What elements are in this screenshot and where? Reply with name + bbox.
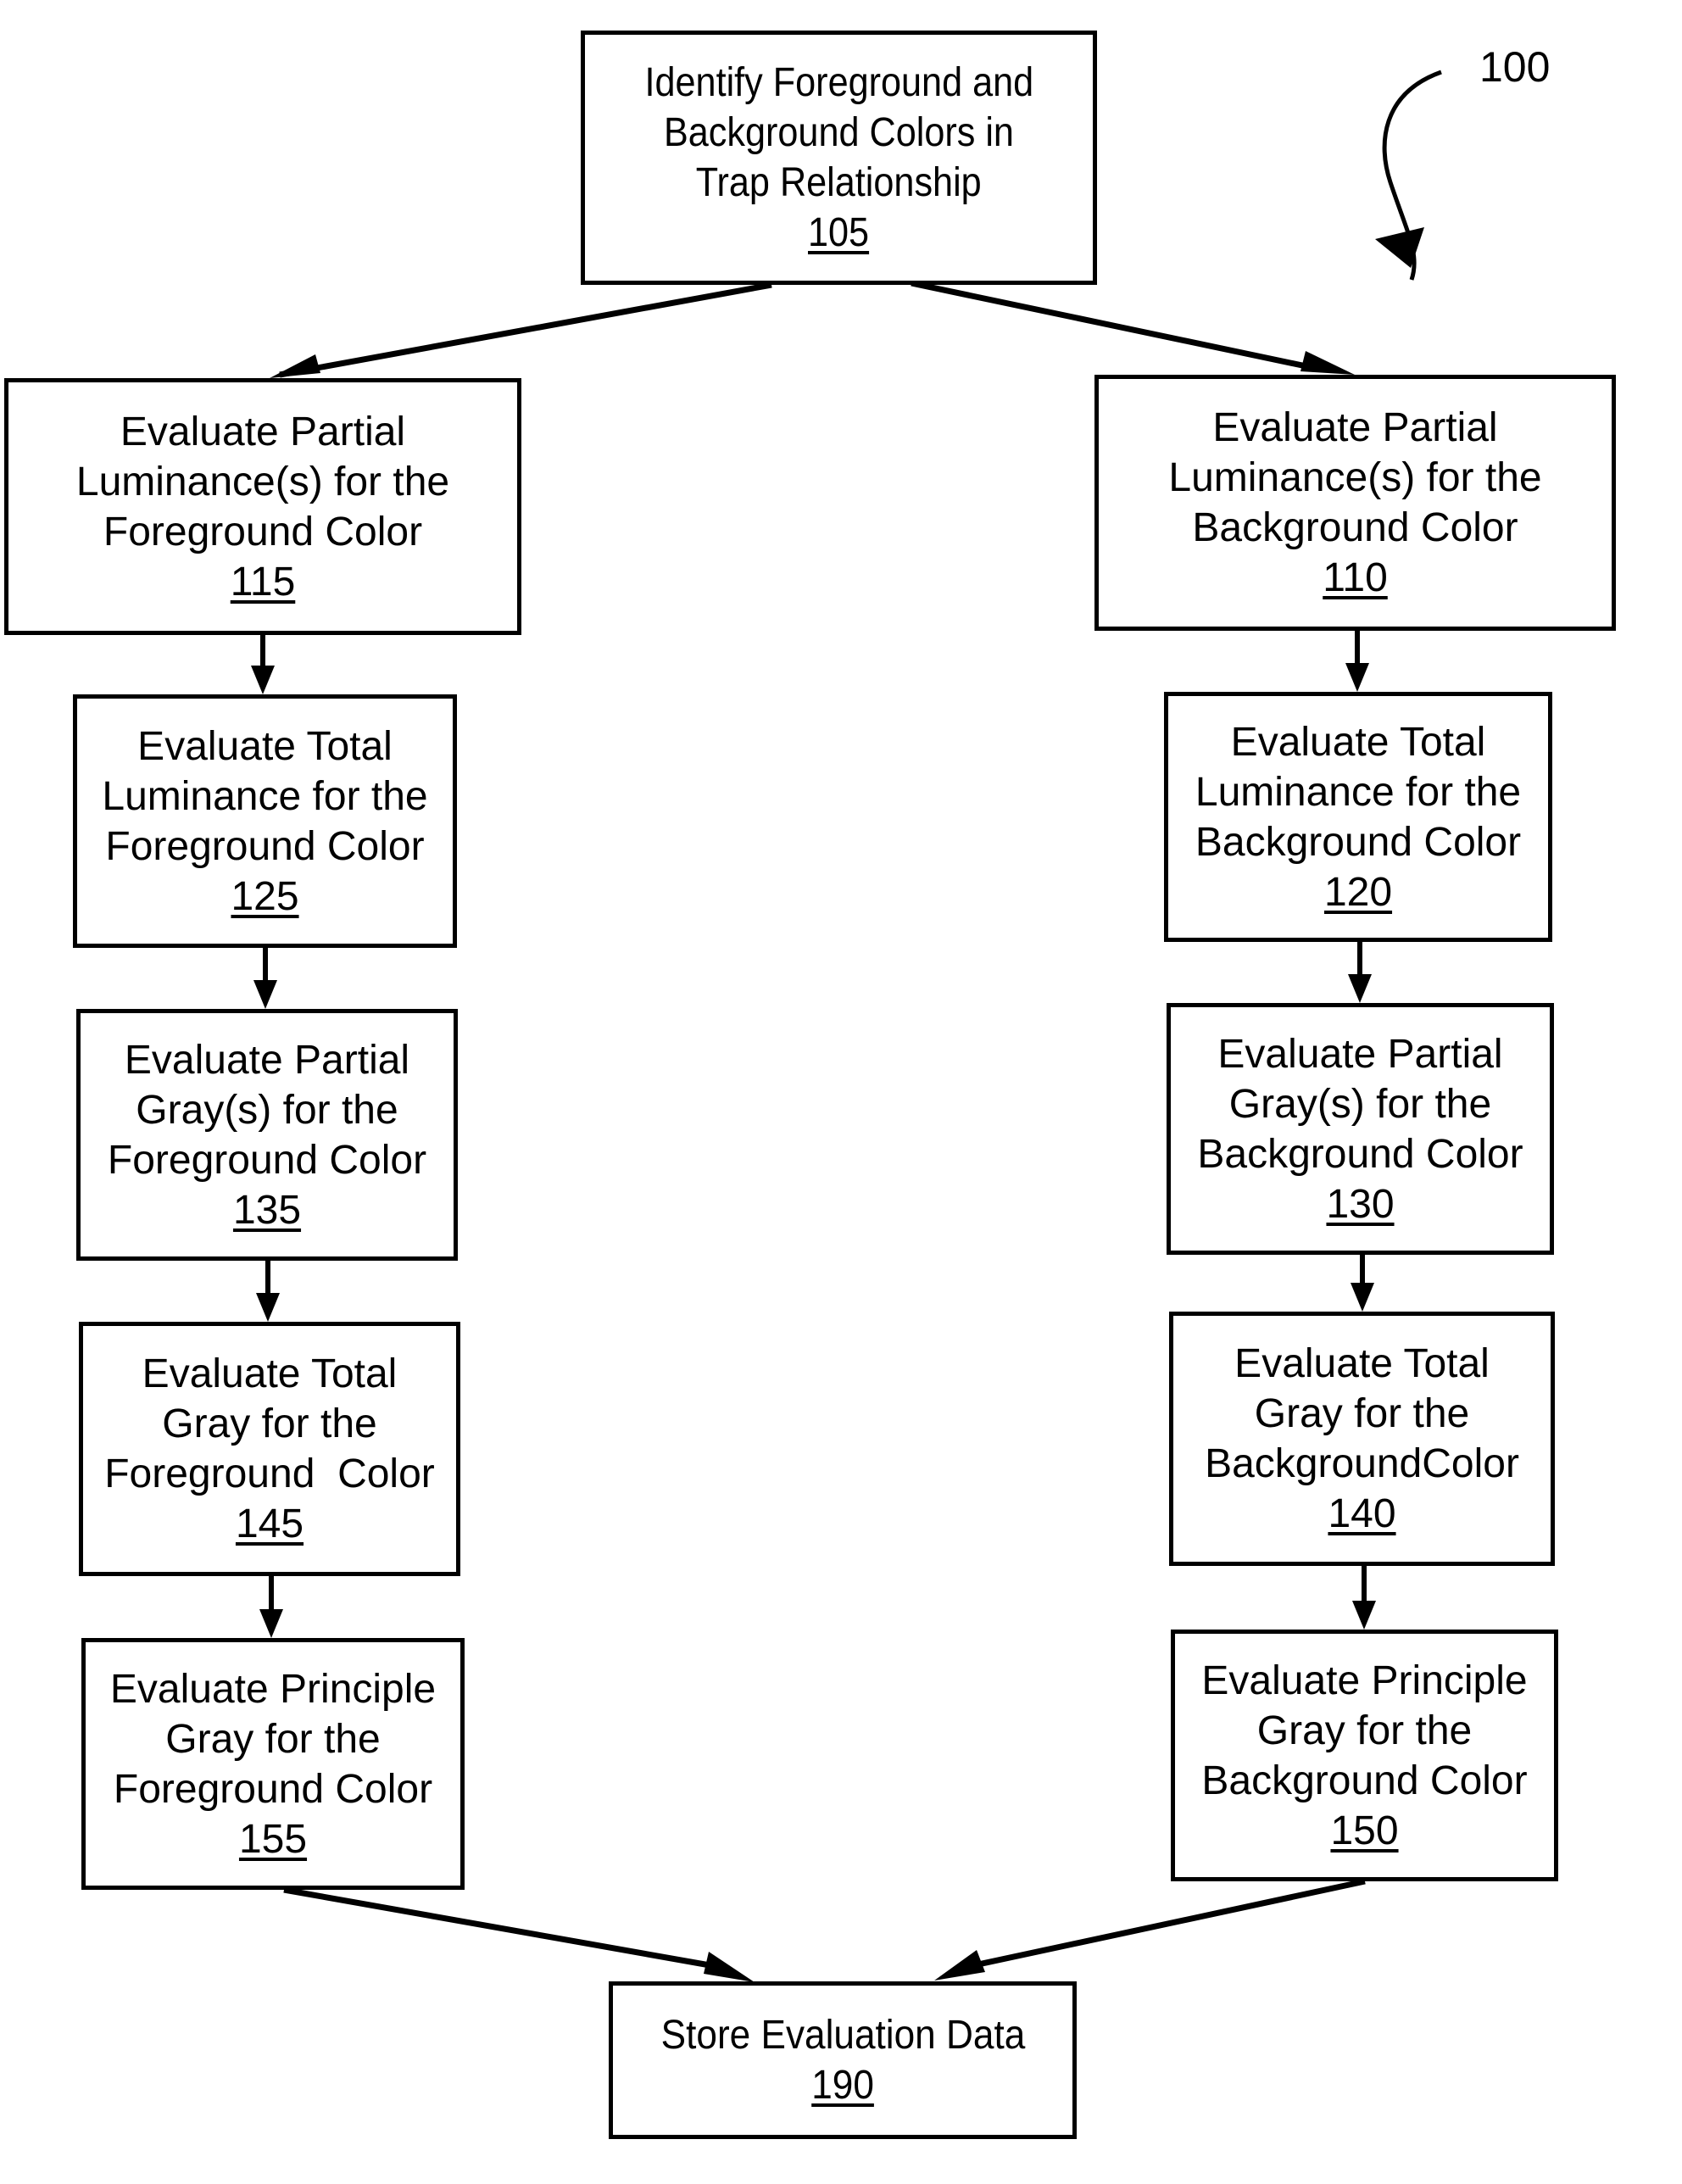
step-110-partial-luminance-background: Evaluate Partial Luminance(s) for the Ba… (1094, 375, 1616, 631)
step-155-principle-gray-foreground: Evaluate Principle Gray for the Foregrou… (81, 1638, 465, 1890)
arrowhead-145 (256, 1293, 280, 1322)
arrow-155-to-190 (283, 1886, 730, 1972)
step-ref-number: 125 (231, 873, 299, 919)
step-text: Gray for the (162, 1401, 377, 1446)
step-text: Identify Foreground and (644, 60, 1033, 105)
step-text: Background Colors in (663, 110, 1015, 155)
figure-reference-arrowhead (1375, 227, 1424, 268)
step-text: Foreground Color (107, 1137, 427, 1183)
step-text: Evaluate Principle (109, 1666, 437, 1712)
step-ref-number: 150 (1330, 1808, 1399, 1853)
step-text: Gray(s) for the (136, 1087, 398, 1133)
figure-label: 100 (1479, 43, 1551, 91)
step-text: Evaluate Total (137, 723, 393, 769)
arrowhead-115 (270, 354, 320, 378)
arrow-105-to-110 (911, 280, 1323, 373)
arrowhead-110 (1300, 351, 1355, 375)
step-text: Luminance for the (1195, 769, 1522, 815)
arrowhead-130 (1348, 974, 1372, 1003)
step-ref-number: 190 (811, 2063, 874, 2108)
step-text: Foreground Color (113, 1766, 433, 1812)
step-text: Evaluate Partial (120, 409, 406, 454)
step-text: Evaluate Total (1234, 1341, 1490, 1386)
step-text: Luminance(s) for the (75, 459, 450, 504)
step-text: Foreground Color (105, 823, 425, 869)
step-text: Luminance for the (102, 773, 428, 819)
step-text: Foreground Color (103, 509, 423, 554)
step-ref-number: 120 (1323, 869, 1393, 915)
step-ref-number: 110 (1323, 555, 1388, 600)
step-text: Evaluate Partial (124, 1037, 410, 1083)
step-125-total-luminance-foreground: Evaluate Total Luminance for the Foregro… (73, 694, 457, 948)
arrow-150-to-190 (966, 1878, 1366, 1970)
arrowhead-120 (1345, 663, 1369, 692)
step-text: Background Color (1192, 505, 1518, 550)
step-text: Gray for the (1256, 1708, 1473, 1753)
step-text: Foreground Color (104, 1451, 435, 1496)
step-text: Background Color (1197, 1131, 1523, 1177)
step-ref-number: 135 (232, 1187, 302, 1233)
step-140-total-gray-background: Evaluate Total Gray for the BackgroundCo… (1169, 1312, 1555, 1566)
arrowhead-150 (1352, 1601, 1376, 1630)
step-ref-number: 130 (1326, 1181, 1395, 1227)
step-text: Background Color (1195, 819, 1522, 865)
step-130-partial-gray-background: Evaluate Partial Gray(s) for the Backgro… (1167, 1003, 1554, 1255)
step-text: Trap Relationship (696, 160, 982, 205)
step-text: Gray for the (165, 1716, 381, 1762)
step-135-partial-gray-foreground: Evaluate Partial Gray(s) for the Foregro… (76, 1009, 458, 1261)
step-text: Evaluate Total (142, 1351, 398, 1396)
step-text: Store Evaluation Data (660, 2013, 1025, 2058)
arrowhead-135 (253, 980, 277, 1009)
step-ref-number: 105 (808, 210, 870, 255)
step-text: Evaluate Principle (1201, 1658, 1528, 1703)
arrowhead-190-right (934, 1950, 985, 1981)
arrowhead-140 (1351, 1283, 1374, 1312)
step-text: Background Color (1201, 1758, 1528, 1803)
step-ref-number: 115 (230, 559, 296, 604)
step-190-store-evaluation-data: Store Evaluation Data 190 (609, 1981, 1077, 2139)
arrowhead-155 (259, 1609, 283, 1638)
step-115-partial-luminance-foreground: Evaluate Partial Luminance(s) for the Fo… (4, 378, 521, 635)
arrow-105-to-115 (279, 281, 772, 378)
step-150-principle-gray-background: Evaluate Principle Gray for the Backgrou… (1171, 1630, 1558, 1881)
step-text: Evaluate Total (1230, 719, 1486, 765)
step-text: Gray(s) for the (1228, 1081, 1492, 1127)
step-105-identify-colors: Identify Foreground and Background Color… (581, 31, 1097, 285)
step-ref-number: 140 (1328, 1491, 1396, 1536)
step-ref-number: 155 (238, 1816, 308, 1862)
step-145-total-gray-foreground: Evaluate Total Gray for the Foreground C… (79, 1322, 460, 1576)
step-text: Evaluate Partial (1217, 1031, 1503, 1077)
arrowhead-190-left (704, 1952, 755, 1982)
step-text: Evaluate Partial (1212, 405, 1498, 450)
step-ref-number: 145 (235, 1502, 304, 1546)
arrowhead-125 (251, 666, 275, 694)
step-text: Gray for the (1254, 1391, 1470, 1436)
step-text: Luminance(s) for the (1168, 455, 1542, 500)
step-text: BackgroundColor (1205, 1441, 1519, 1486)
step-120-total-luminance-background: Evaluate Total Luminance for the Backgro… (1164, 692, 1552, 942)
